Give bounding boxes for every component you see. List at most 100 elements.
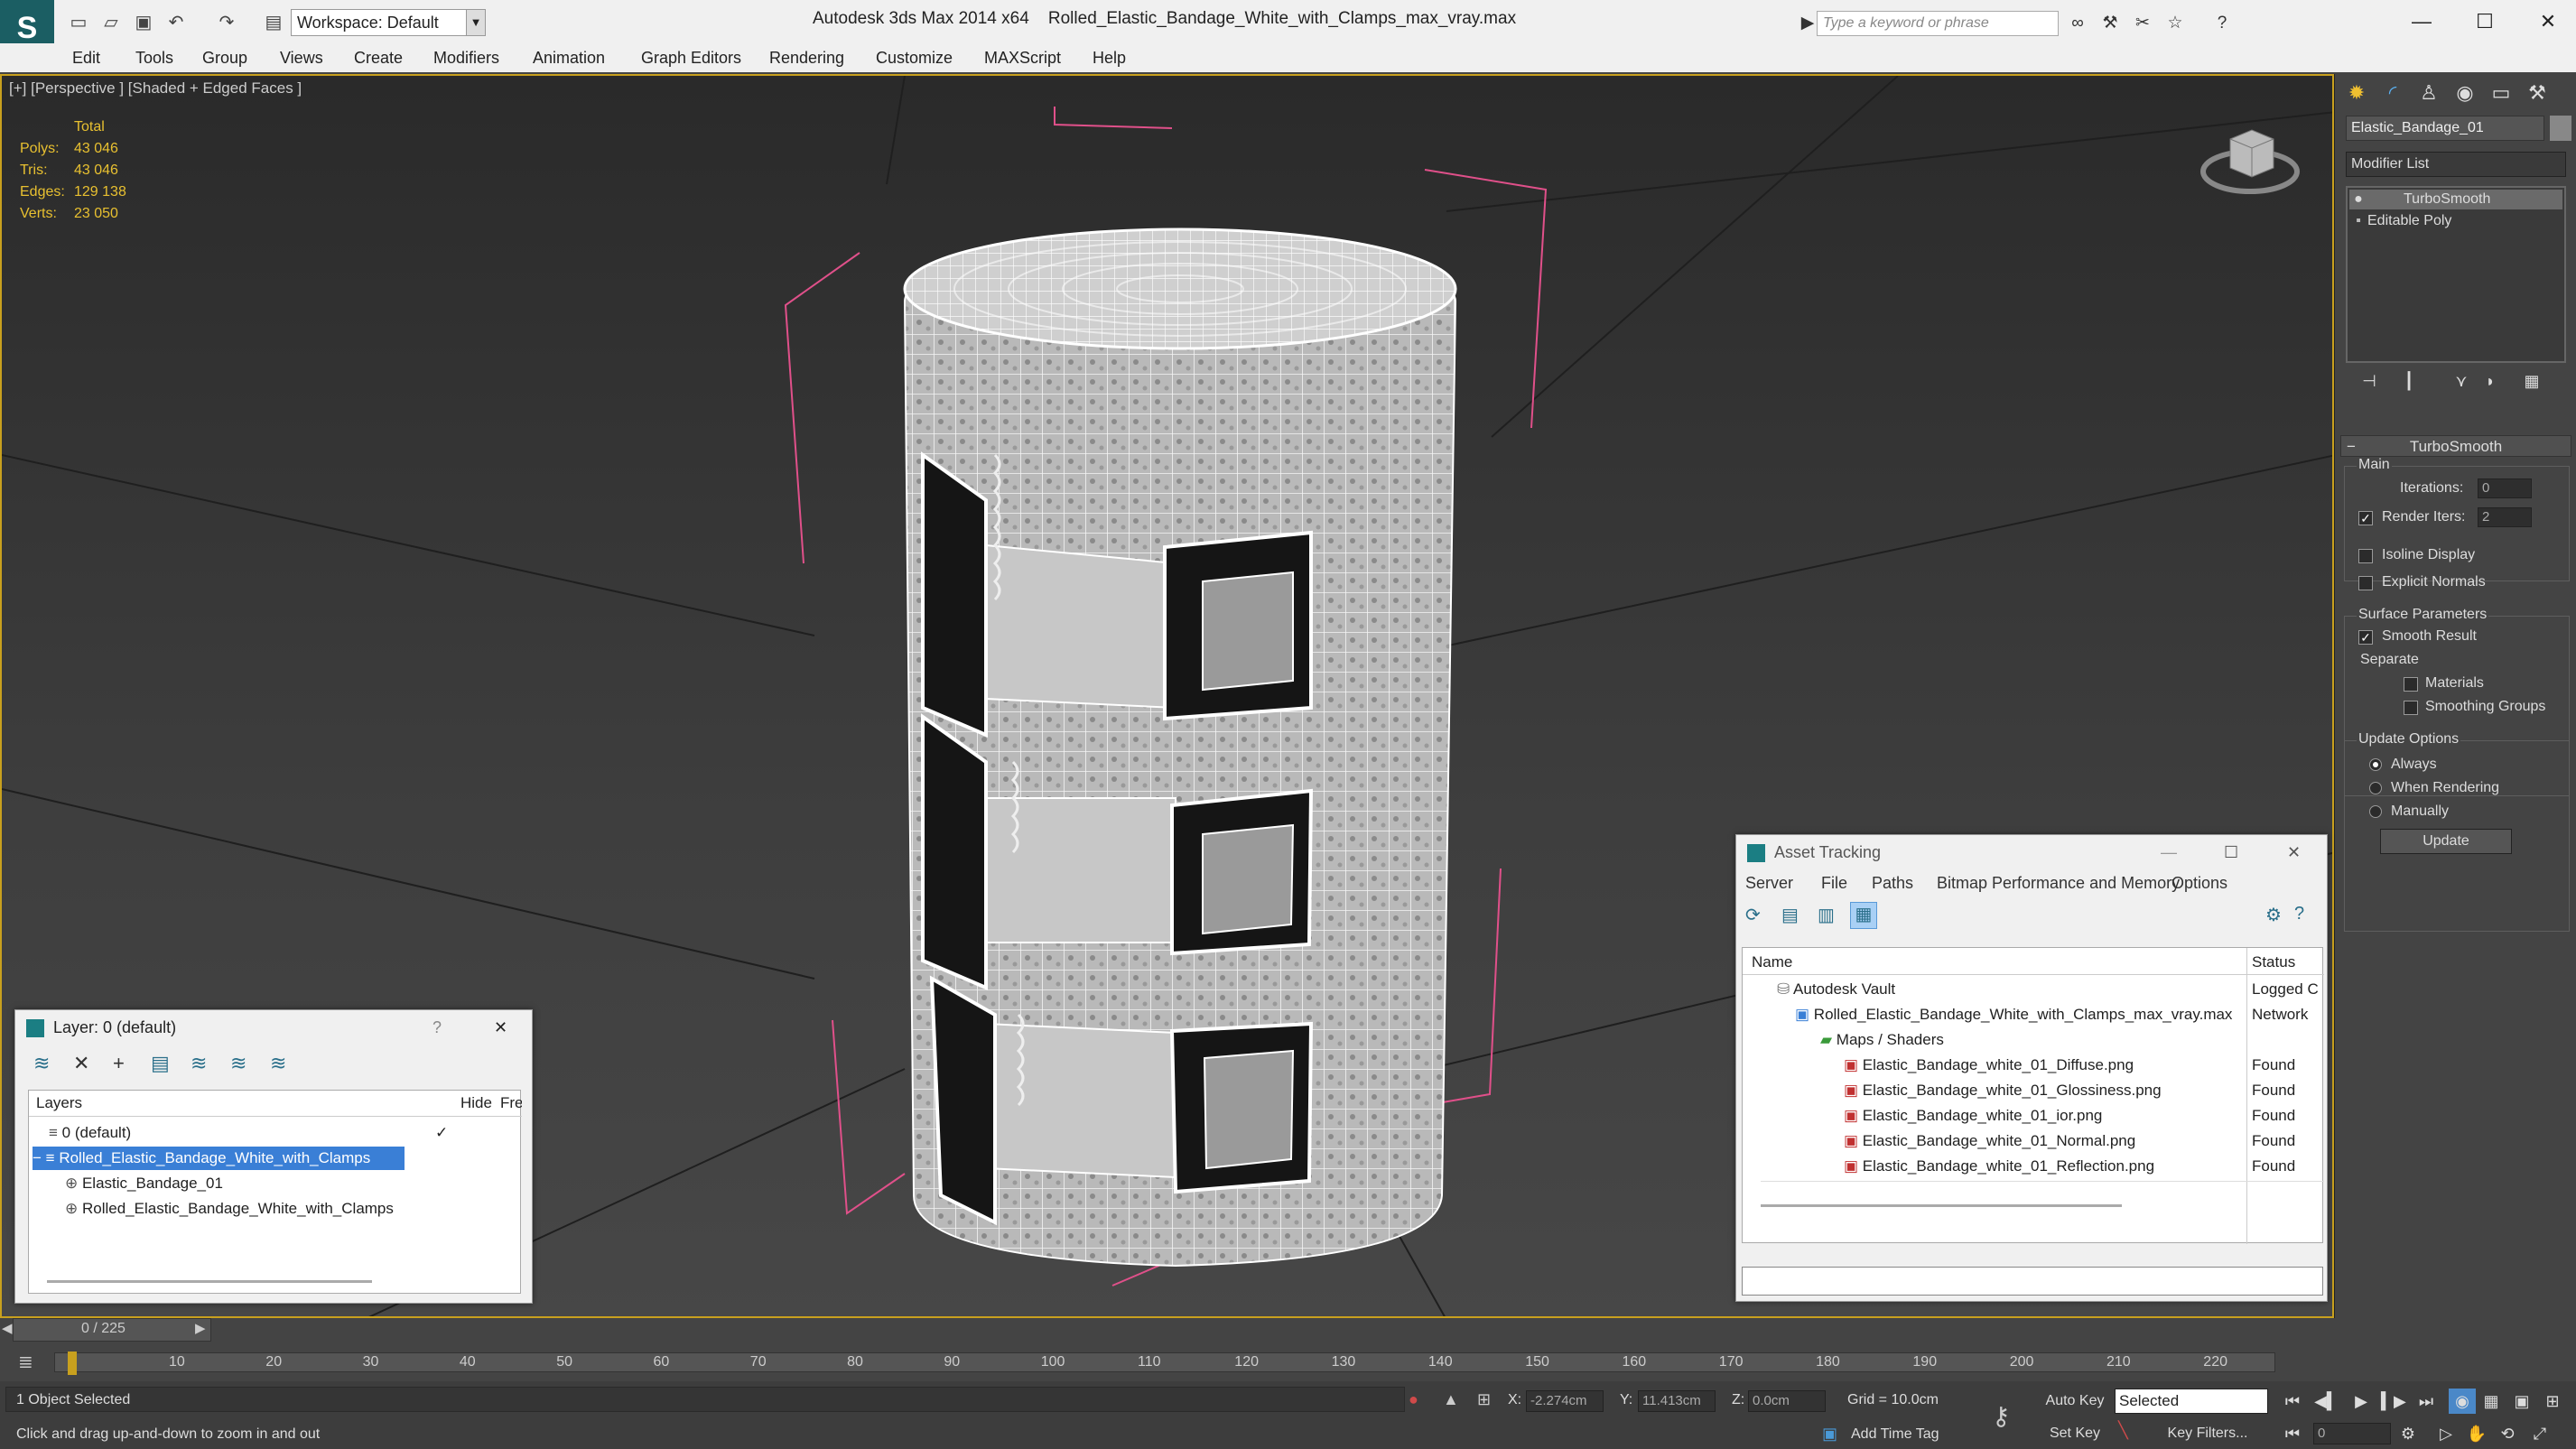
orbit-icon[interactable]: ⟲ [2494,1421,2521,1446]
column-layers[interactable]: Layers [36,1094,82,1112]
isoline-display-checkbox[interactable] [2358,549,2373,563]
menu-edit[interactable]: Edit [72,43,100,72]
communication-icon[interactable]: ✂ [2129,11,2156,36]
menu-server[interactable]: Server [1745,869,1793,896]
project-folder-icon[interactable]: ▤ [260,9,287,36]
asset-path-field[interactable] [1742,1267,2323,1296]
menu-help[interactable]: Help [1093,43,1126,72]
search-expand-icon[interactable]: ▶ [1799,11,1817,36]
default-in-out-icon[interactable]: ╲ [2118,1421,2128,1440]
subscription-icon[interactable]: ⚒ [2097,11,2124,36]
set-key-button[interactable]: Set Key [2042,1421,2107,1446]
undo-icon[interactable]: ↶ [163,9,190,36]
key-set-dropdown[interactable]: Selected [2115,1389,2268,1414]
viewport-label[interactable]: [+] [Perspective ] [Shaded + Edged Faces… [9,79,302,98]
current-layer-check-icon[interactable]: ✓ [435,1121,448,1145]
close-icon[interactable]: ✕ [2287,835,2301,869]
menu-views[interactable]: Views [280,43,323,72]
turbosmooth-rollout-header[interactable]: − TurboSmooth [2340,435,2571,457]
table-view-icon[interactable]: ▦ [1850,902,1877,929]
y-coordinate-field[interactable]: 11.413cm [1638,1390,1716,1412]
stack-item-turbosmooth[interactable]: ● TurboSmooth [2349,190,2562,209]
layer-row-default[interactable]: ≡ 0 (default) ✓ [49,1121,518,1145]
search-input[interactable]: Type a keyword or phrase [1817,11,2059,36]
menu-group[interactable]: Group [202,43,247,72]
manually-radio[interactable] [2369,805,2382,818]
select-objects-icon[interactable]: ▤ [151,1052,170,1075]
menu-graph-editors[interactable]: Graph Editors [641,43,741,72]
tree-view-icon[interactable]: ▥ [1818,904,1835,926]
collapse-icon[interactable]: − [33,1149,42,1166]
asset-row-normal[interactable]: ▣ Elastic_Bandage_white_01_Normal.png [1844,1132,2243,1150]
display-tab-icon[interactable]: ▭ [2485,78,2517,108]
binoculars-icon[interactable]: ∞ [2064,11,2091,36]
utilities-tab-icon[interactable]: ⚒ [2521,78,2553,108]
update-button[interactable]: Update [2380,829,2512,854]
column-freeze[interactable]: Freez [500,1094,522,1112]
column-name[interactable]: Name [1752,953,1792,971]
new-layer-icon[interactable]: ≋ [33,1052,50,1075]
next-frame-icon[interactable]: ▶ [195,1320,206,1336]
zoom-all-icon[interactable]: ▦ [2478,1389,2505,1414]
list-view-icon[interactable]: ▤ [1781,904,1799,926]
hierarchy-tab-icon[interactable]: ♙ [2413,78,2445,108]
current-frame-field[interactable]: 0 [2313,1423,2391,1444]
column-hide[interactable]: Hide [460,1094,492,1112]
menu-rendering[interactable]: Rendering [769,43,844,72]
close-icon[interactable]: ✕ [2521,4,2575,40]
isolate-selection-icon[interactable]: ● [1409,1390,1418,1409]
absolute-mode-icon[interactable]: ⊞ [1477,1390,1491,1409]
time-config-icon[interactable]: ⚙ [2395,1421,2422,1446]
always-radio[interactable] [2369,758,2382,771]
remove-modifier-icon[interactable]: ◗ [2478,372,2503,397]
configure-sets-icon[interactable]: ▦ [2519,372,2544,397]
menu-animation[interactable]: Animation [533,43,605,72]
asset-tracking-title-bar[interactable]: Asset Tracking — ☐ ✕ [1736,835,2327,869]
stack-item-editable-poly[interactable]: ▪ Editable Poly [2349,211,2562,231]
set-key-mode-icon[interactable]: ⚷ [1992,1401,2011,1431]
save-icon[interactable]: ▣ [130,9,157,36]
time-cursor[interactable] [68,1351,77,1375]
zoom-icon[interactable]: ◉ [2449,1389,2476,1414]
menu-paths[interactable]: Paths [1872,869,1913,896]
menu-options[interactable]: Options [2171,869,2227,896]
horizontal-scrollbar[interactable] [1761,1204,2122,1207]
motion-tab-icon[interactable]: ◉ [2449,78,2481,108]
object-row-rolled-bandage[interactable]: ⊕ Rolled_Elastic_Bandage_White_with_Clam… [65,1197,394,1221]
pin-stack-icon[interactable]: ⊣ [2357,372,2382,397]
show-end-result-icon[interactable]: ┃ [2396,372,2422,397]
menu-customize[interactable]: Customize [876,43,953,72]
viewcube-icon[interactable] [2196,112,2304,202]
minimize-icon[interactable]: — [2395,4,2449,40]
mini-curve-editor-icon[interactable]: ≣ [18,1351,33,1373]
object-color-swatch[interactable] [2550,116,2571,141]
key-mode-toggle-icon[interactable]: ⏮ [2279,1421,2306,1446]
time-tag-icon[interactable]: ▣ [1822,1425,1837,1444]
vault-help-icon[interactable]: ⚙ [2265,904,2282,926]
iterations-spinner[interactable]: 0 [2478,478,2532,498]
delete-layer-icon[interactable]: ✕ [73,1052,89,1075]
smooth-result-checkbox[interactable]: ✓ [2358,630,2373,645]
modifier-list-dropdown[interactable]: Modifier List [2346,152,2566,177]
next-key-icon[interactable]: ▍▶ [2380,1389,2407,1414]
freeze-all-icon[interactable]: ≋ [270,1052,286,1075]
favorites-star-icon[interactable]: ☆ [2162,11,2189,36]
help-icon[interactable]: ? [2209,11,2236,36]
hide-all-icon[interactable]: ≋ [230,1052,246,1075]
make-unique-icon[interactable]: ⋎ [2449,372,2474,397]
x-coordinate-field[interactable]: -2.274cm [1526,1390,1604,1412]
new-file-icon[interactable]: ▭ [65,9,92,36]
menu-modifiers[interactable]: Modifiers [433,43,499,72]
prev-frame-icon[interactable]: ◀ [2,1320,13,1336]
asset-row-max-file[interactable]: ▣ Rolled_Elastic_Bandage_White_with_Clam… [1795,1006,2243,1024]
highlight-layer-icon[interactable]: ≋ [191,1052,207,1075]
zoom-extents-icon[interactable]: ▣ [2508,1389,2535,1414]
z-coordinate-field[interactable]: 0.0cm [1748,1390,1826,1412]
close-icon[interactable]: ✕ [494,1010,507,1045]
previous-key-icon[interactable]: ◀▍ [2313,1389,2340,1414]
help-icon[interactable]: ? [2294,904,2304,924]
help-icon[interactable]: ? [432,1010,442,1045]
expand-box-icon[interactable]: ▪ [2349,211,2367,231]
lock-selection-icon[interactable]: ▲ [1443,1390,1459,1409]
key-filters-button[interactable]: Key Filters... [2158,1421,2257,1446]
